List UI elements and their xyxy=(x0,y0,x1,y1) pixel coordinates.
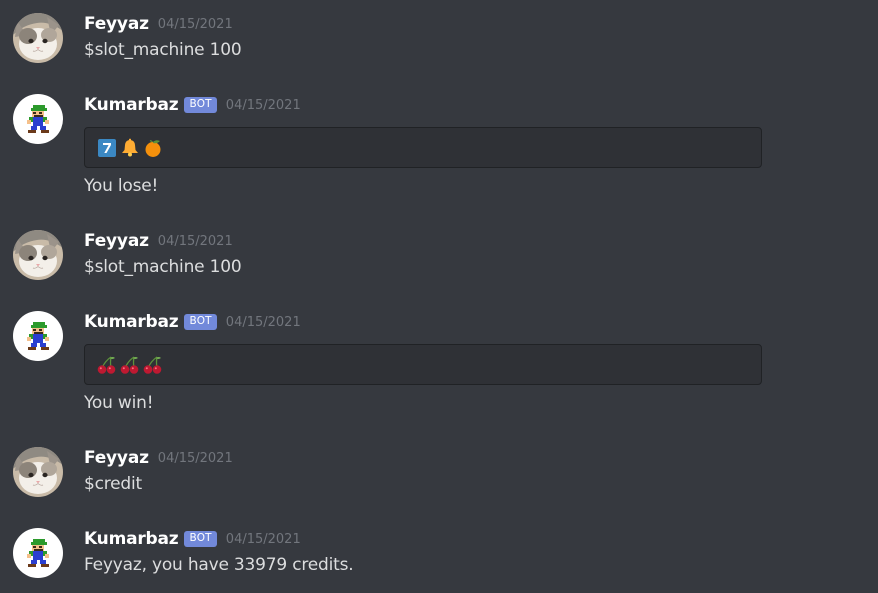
slot-embed xyxy=(84,344,762,385)
message-text: You win! xyxy=(84,393,154,413)
timestamp[interactable]: 04/15/2021 xyxy=(158,234,233,249)
timestamp[interactable]: 04/15/2021 xyxy=(226,98,301,113)
username[interactable]: Feyyaz xyxy=(84,231,149,251)
avatar[interactable] xyxy=(13,528,63,578)
pixel-avatar-image xyxy=(13,528,63,578)
chat-message-list: Feyyaz 04/15/2021 $slot_machine 100 Kuma… xyxy=(0,0,878,593)
cherries-icon xyxy=(143,355,163,375)
avatar[interactable] xyxy=(13,311,63,361)
username[interactable]: Kumarbaz xyxy=(84,312,179,332)
bot-badge: BOT xyxy=(184,97,217,113)
username[interactable]: Kumarbaz xyxy=(84,529,179,549)
avatar[interactable] xyxy=(13,230,63,280)
avatar[interactable] xyxy=(13,94,63,144)
message-header: Kumarbaz BOT 04/15/2021 xyxy=(84,94,301,116)
message-header: Feyyaz 04/15/2021 xyxy=(84,230,233,252)
cat-avatar-image xyxy=(13,13,63,63)
cherries-icon xyxy=(120,355,140,375)
message-text: $credit xyxy=(84,474,143,494)
username[interactable]: Kumarbaz xyxy=(84,95,179,115)
message-header: Feyyaz 04/15/2021 xyxy=(84,447,233,469)
cat-avatar-image xyxy=(13,230,63,280)
pixel-avatar-image xyxy=(13,94,63,144)
timestamp[interactable]: 04/15/2021 xyxy=(226,532,301,547)
timestamp[interactable]: 04/15/2021 xyxy=(158,17,233,32)
message-text: You lose! xyxy=(84,176,159,196)
bell-icon xyxy=(120,138,140,158)
message-text: Feyyaz, you have 33979 credits. xyxy=(84,555,354,575)
avatar[interactable] xyxy=(13,13,63,63)
message-text: $slot_machine 100 xyxy=(84,257,242,277)
message-text: $slot_machine 100 xyxy=(84,40,242,60)
orange-icon xyxy=(143,138,163,158)
cherries-icon xyxy=(97,355,117,375)
message-header: Feyyaz 04/15/2021 xyxy=(84,13,233,35)
username[interactable]: Feyyaz xyxy=(84,448,149,468)
seven-icon xyxy=(97,138,117,158)
bot-badge: BOT xyxy=(184,531,217,547)
message-header: Kumarbaz BOT 04/15/2021 xyxy=(84,528,301,550)
username[interactable]: Feyyaz xyxy=(84,14,149,34)
bot-badge: BOT xyxy=(184,314,217,330)
timestamp[interactable]: 04/15/2021 xyxy=(158,451,233,466)
slot-embed xyxy=(84,127,762,168)
message-header: Kumarbaz BOT 04/15/2021 xyxy=(84,311,301,333)
timestamp[interactable]: 04/15/2021 xyxy=(226,315,301,330)
pixel-avatar-image xyxy=(13,311,63,361)
cat-avatar-image xyxy=(13,447,63,497)
avatar[interactable] xyxy=(13,447,63,497)
